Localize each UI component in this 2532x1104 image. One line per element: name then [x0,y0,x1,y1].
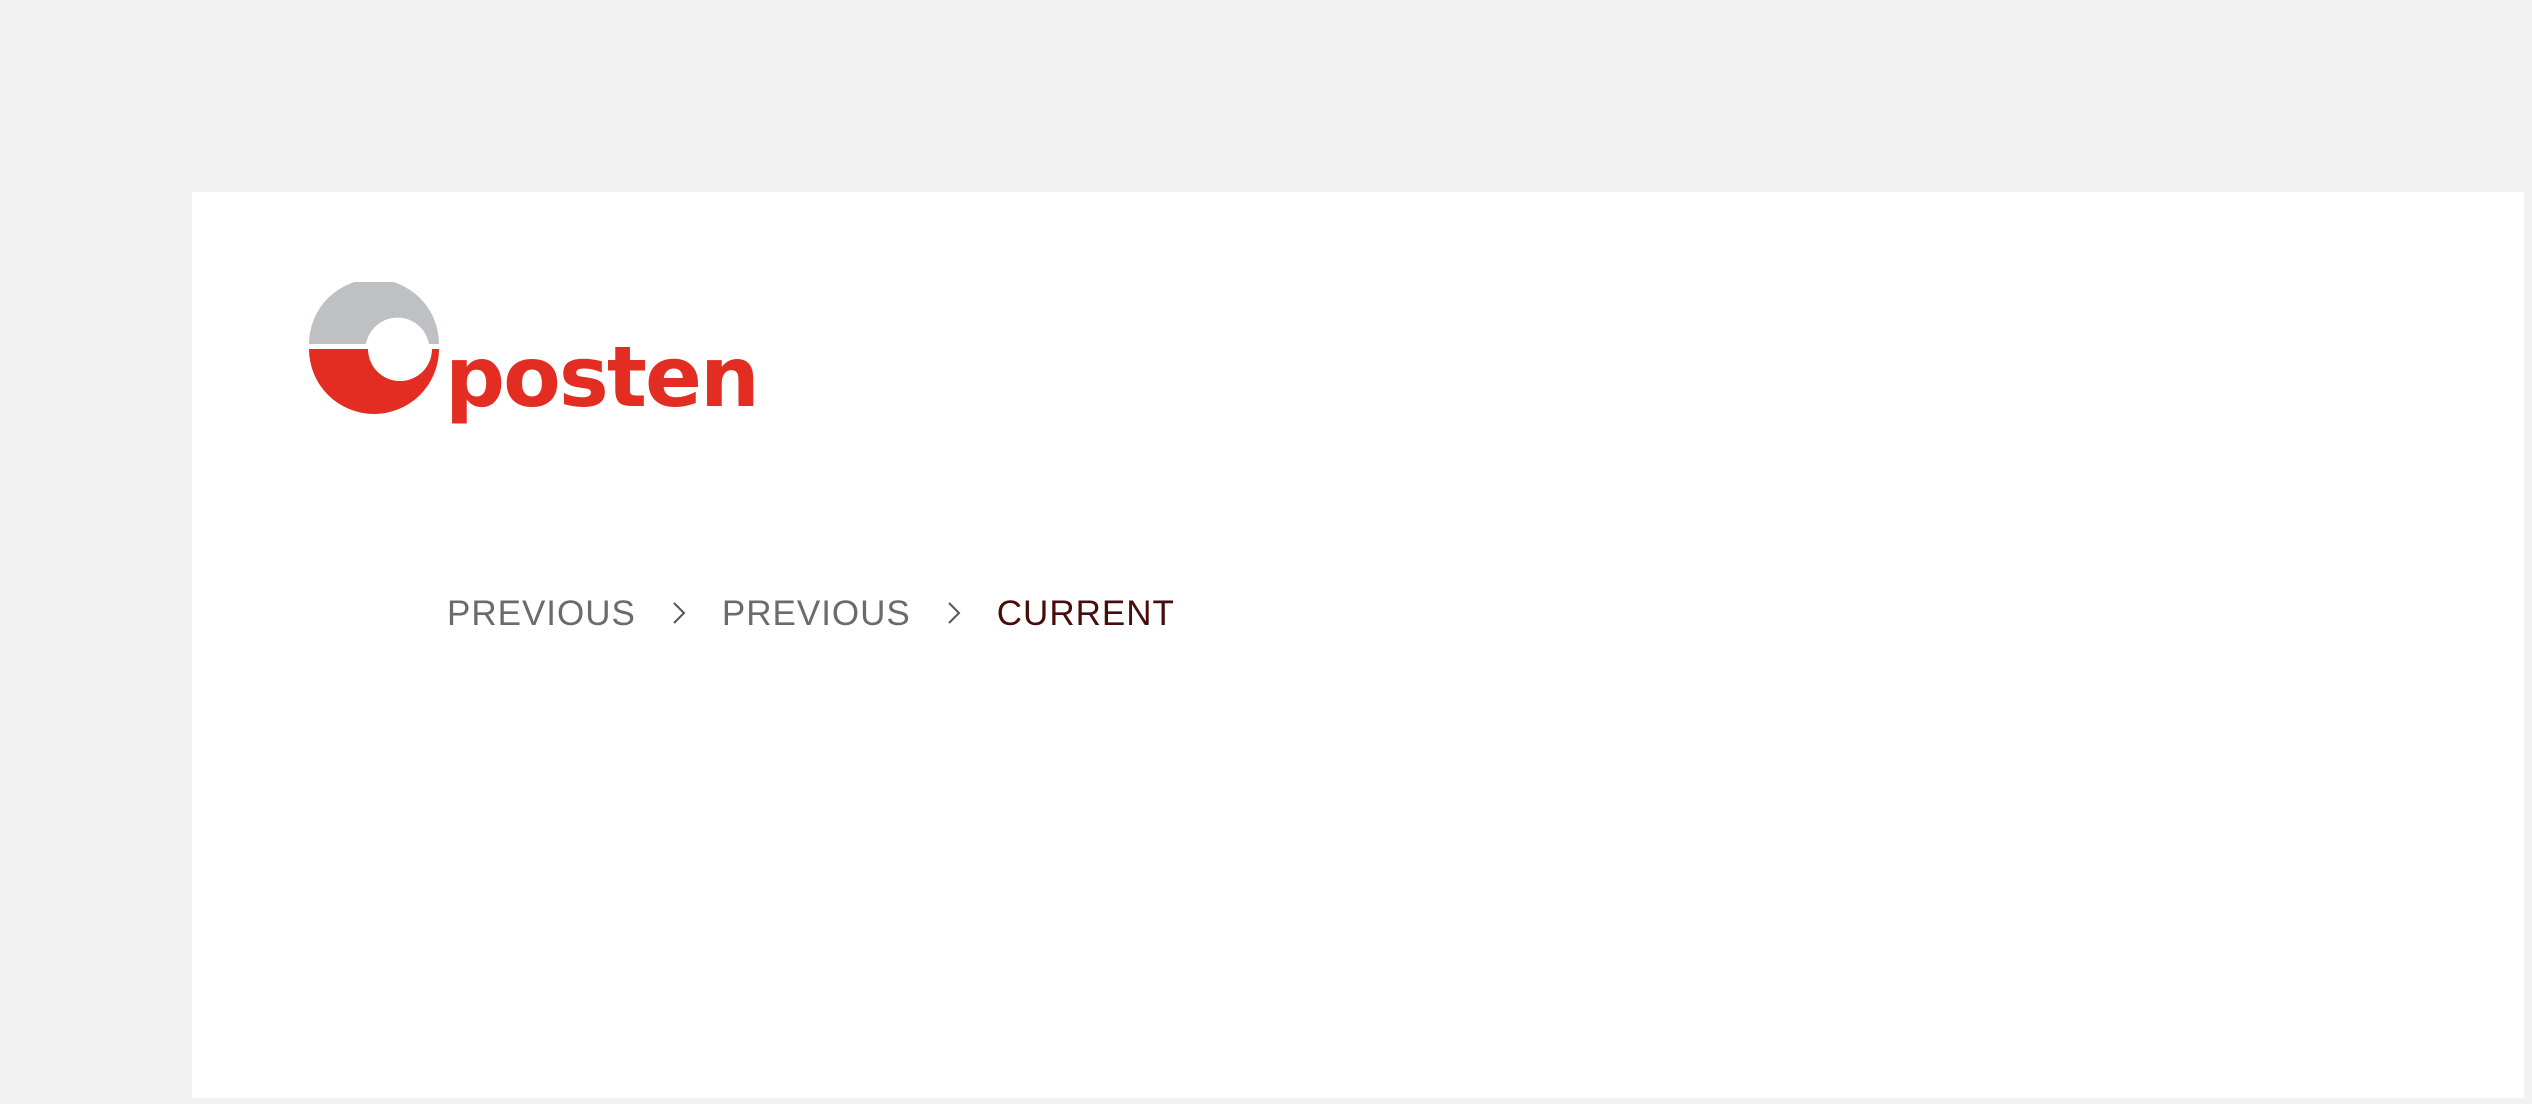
breadcrumb: PREVIOUS PREVIOUS CURRENT [447,595,1175,631]
breadcrumb-item-previous-1[interactable]: PREVIOUS [447,596,636,631]
posten-wordmark: posten [445,328,760,426]
content-panel: posten PREVIOUS PREVIOUS CURRENT [192,192,2524,1098]
chevron-right-icon [911,595,997,631]
breadcrumb-item-current: CURRENT [996,593,1175,633]
posten-wordmark-text: posten [445,328,758,426]
posten-logo-mark [309,282,439,414]
chevron-right-icon [636,595,722,631]
posten-logo[interactable]: posten [307,282,807,432]
breadcrumb-item-previous-2[interactable]: PREVIOUS [722,596,911,631]
